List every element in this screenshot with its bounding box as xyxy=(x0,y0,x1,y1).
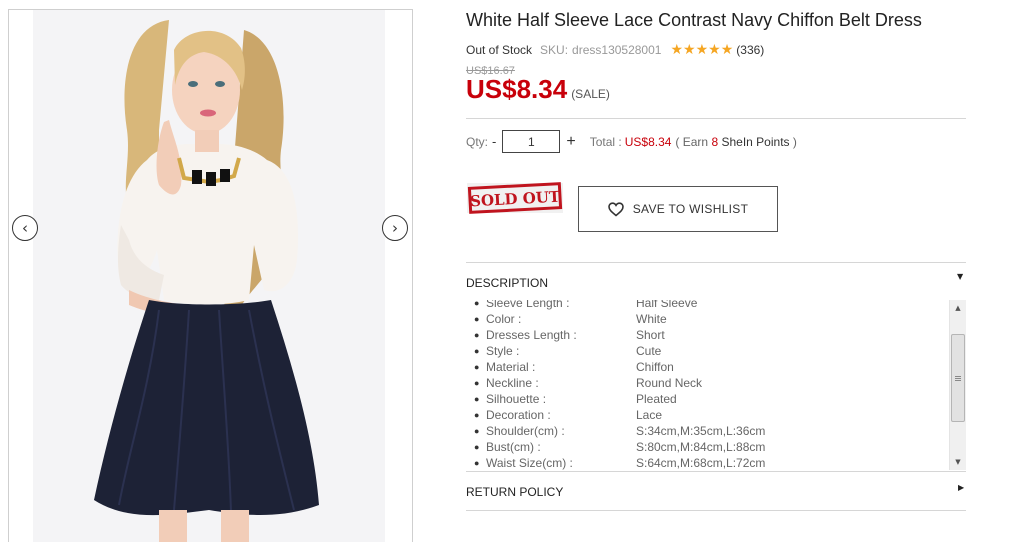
description-heading[interactable]: DESCRIPTION xyxy=(466,276,548,290)
description-item-key: Bust(cm) : xyxy=(486,440,541,454)
description-item-key: Neckline : xyxy=(486,376,539,390)
description-item: ● Neckline : Round Neck xyxy=(474,375,944,391)
wishlist-label: SAVE TO WISHLIST xyxy=(632,202,749,216)
star-icon: ★ xyxy=(695,42,709,58)
star-icon: ★ xyxy=(708,42,721,58)
bullet-icon: ● xyxy=(474,426,480,436)
caret-right-icon[interactable]: ▶ xyxy=(958,483,964,492)
description-item: ● Style : Cute xyxy=(474,343,944,359)
gallery-prev-button[interactable]: ‹ xyxy=(12,215,38,241)
product-title: White Half Sleeve Lace Contrast Navy Chi… xyxy=(466,10,922,30)
bullet-icon: ● xyxy=(474,330,480,340)
rating-stars[interactable]: ★ ★ ★ ★ ★ xyxy=(670,43,733,57)
total-label: Total : xyxy=(589,134,622,149)
gallery-next-button[interactable]: › xyxy=(382,215,408,241)
bullet-icon: ● xyxy=(474,300,480,308)
description-item-value: Short xyxy=(636,328,665,342)
quantity-row: Qty: - + Total : US$8.34 ( Earn 8 SheIn … xyxy=(466,130,797,153)
description-item: ● Color : White xyxy=(474,311,944,327)
earn-points-text: ( Earn 8 SheIn Points ) xyxy=(675,135,796,149)
description-item-key: Material : xyxy=(486,360,536,374)
description-item: ● Sleeve Length : Half Sleeve xyxy=(474,300,944,311)
description-item: ● Dresses Length : Short xyxy=(474,327,944,343)
bullet-icon: ● xyxy=(474,394,480,404)
scroll-down-icon[interactable]: ▼ xyxy=(950,454,966,470)
divider xyxy=(466,262,966,263)
description-item: ● Waist Size(cm) : S:64cm,M:68cm,L:72cm xyxy=(474,455,944,470)
total-value: US$8.34 xyxy=(624,134,672,149)
description-item-value: Half Sleeve xyxy=(636,300,698,310)
earn-close: ) xyxy=(792,134,797,149)
description-item-value: S:34cm,M:35cm,L:36cm xyxy=(636,424,766,438)
heart-icon xyxy=(607,201,624,217)
description-item: ● Shoulder(cm) : S:34cm,M:35cm,L:36cm xyxy=(474,423,944,439)
save-to-wishlist-button[interactable]: SAVE TO WISHLIST xyxy=(578,186,778,232)
return-policy-heading[interactable]: RETURN POLICY xyxy=(466,485,563,499)
qty-increment-button[interactable]: + xyxy=(566,133,575,151)
points-link[interactable]: SheIn Points xyxy=(721,135,789,149)
description-item-value: S:80cm,M:84cm,L:88cm xyxy=(636,440,766,454)
description-item-key: Dresses Length : xyxy=(486,328,577,342)
description-item-key: Silhouette : xyxy=(486,392,547,406)
bullet-icon: ● xyxy=(474,378,480,388)
divider xyxy=(466,471,966,472)
description-item: ● Decoration : Lace xyxy=(474,407,944,423)
price-row: US$8.34 (SALE) xyxy=(466,74,610,105)
stock-status: Out of Stock xyxy=(466,43,533,57)
description-scroll-area[interactable]: ● Sleeve Length : Half Sleeve ● Color : White… xyxy=(466,300,966,470)
qty-decrement-button[interactable]: - xyxy=(492,134,496,149)
bullet-icon: ● xyxy=(474,442,480,452)
chevron-right-icon: › xyxy=(392,218,398,237)
product-photo xyxy=(9,10,412,542)
description-item-value: Lace xyxy=(636,408,663,422)
description-item-value: Pleated xyxy=(636,392,677,406)
qty-label: Qty: xyxy=(466,134,489,149)
sku-label: SKU: xyxy=(540,43,569,57)
star-icon: ★ xyxy=(720,42,734,58)
bullet-icon: ● xyxy=(474,362,480,372)
description-item-key: Sleeve Length : xyxy=(486,300,570,310)
description-item-value: Round Neck xyxy=(636,376,703,390)
sku-value: dress130528001 xyxy=(572,43,662,57)
sold-out-stamp: SOLD OUT xyxy=(466,182,564,219)
star-icon: ★ xyxy=(670,42,684,58)
description-item: ● Material : Chiffon xyxy=(474,359,944,375)
description-item-key: Shoulder(cm) : xyxy=(486,424,565,438)
earn-prefix: ( Earn xyxy=(675,134,709,149)
chevron-left-icon: ‹ xyxy=(22,218,28,237)
description-item-value: Chiffon xyxy=(636,360,674,374)
product-image-gallery: ‹ › xyxy=(8,9,413,542)
description-item-key: Style : xyxy=(486,344,520,358)
description-list: ● Sleeve Length : Half Sleeve ● Color : White… xyxy=(474,300,944,470)
earn-points-count: 8 xyxy=(711,134,719,149)
star-icon: ★ xyxy=(683,42,696,58)
bullet-icon: ● xyxy=(474,346,480,356)
divider xyxy=(466,510,966,511)
stock-row: Out of Stock SKU: dress130528001 ★ ★ ★ ★… xyxy=(466,43,764,57)
divider xyxy=(466,118,966,119)
bullet-icon: ● xyxy=(474,458,480,468)
scrollbar-thumb[interactable] xyxy=(951,334,965,422)
review-count-link[interactable]: (336) xyxy=(736,43,764,57)
description-item: ● Bust(cm) : S:80cm,M:84cm,L:88cm xyxy=(474,439,944,455)
description-item-value: White xyxy=(636,312,667,326)
bullet-icon: ● xyxy=(474,410,480,420)
bullet-icon: ● xyxy=(474,314,480,324)
description-item-key: Color : xyxy=(486,312,522,326)
scroll-up-icon[interactable]: ▲ xyxy=(950,300,966,316)
description-item-value: Cute xyxy=(636,344,662,358)
sale-price: US$8.34 xyxy=(466,74,568,104)
description-item: ● Silhouette : Pleated xyxy=(474,391,944,407)
description-item-key: Waist Size(cm) : xyxy=(486,456,573,470)
sale-label: (SALE) xyxy=(571,87,610,101)
description-scrollbar[interactable]: ▲ ▼ xyxy=(949,300,966,470)
description-item-key: Decoration : xyxy=(486,408,551,422)
qty-input[interactable] xyxy=(502,130,561,153)
description-item-value: S:64cm,M:68cm,L:72cm xyxy=(636,456,766,470)
caret-down-icon[interactable]: ▼ xyxy=(957,272,963,281)
